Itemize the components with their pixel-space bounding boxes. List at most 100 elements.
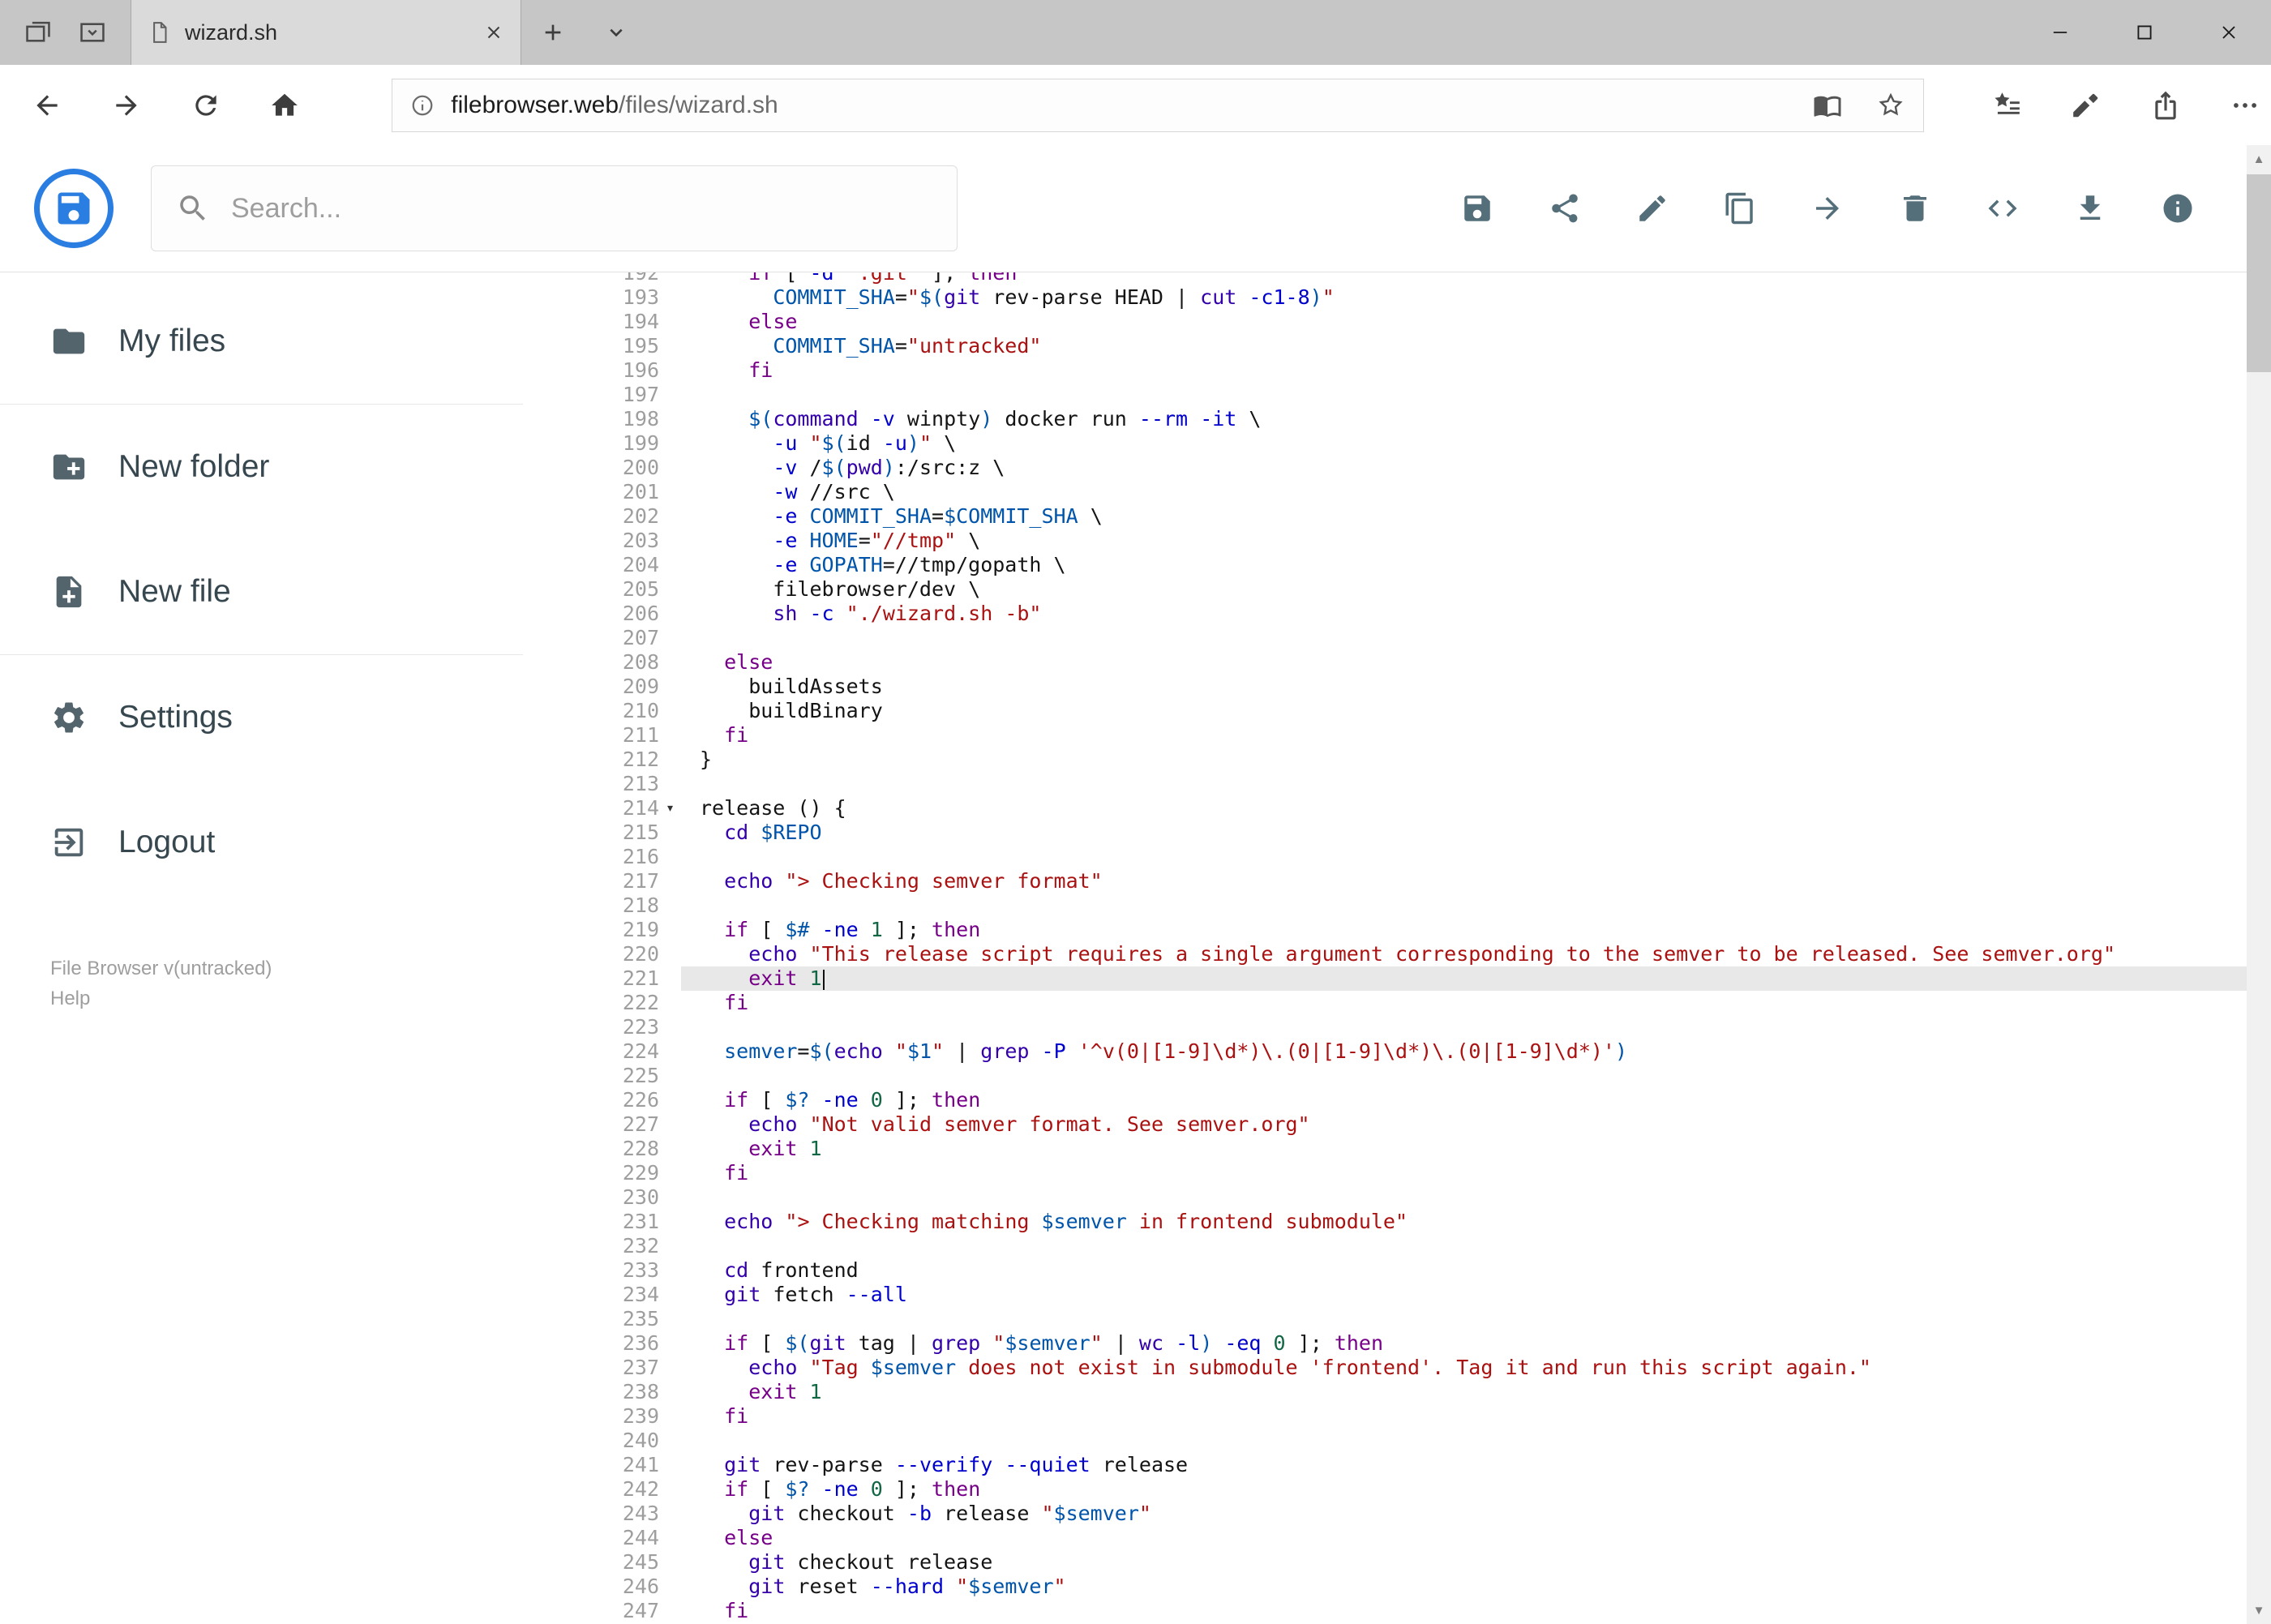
- forward-icon[interactable]: [101, 79, 152, 131]
- code-line-239[interactable]: 239 fi: [592, 1404, 2247, 1429]
- sidebar-item-new-file[interactable]: New file: [0, 529, 592, 654]
- code-line-222[interactable]: 222 fi: [592, 991, 2247, 1015]
- sidebar-item-logout[interactable]: Logout: [0, 780, 592, 905]
- help-link[interactable]: Help: [50, 983, 592, 1013]
- code-line-209[interactable]: 209 buildAssets: [592, 675, 2247, 699]
- code-line-215[interactable]: 215 cd $REPO: [592, 821, 2247, 845]
- code-line-199[interactable]: 199 -u "$(id -u)" \: [592, 431, 2247, 456]
- share-button[interactable]: [1548, 191, 1582, 225]
- code-line-236[interactable]: 236 if [ $(git tag | grep "$semver" | wc…: [592, 1331, 2247, 1356]
- tab-close-icon[interactable]: [483, 22, 504, 43]
- minimize-button[interactable]: [2018, 0, 2102, 65]
- fold-marker-icon[interactable]: ▾: [659, 796, 681, 821]
- code-line-200[interactable]: 200 -v /$(pwd):/src:z \: [592, 456, 2247, 480]
- new-tab-button[interactable]: [521, 0, 585, 65]
- code-line-228[interactable]: 228 exit 1: [592, 1137, 2247, 1161]
- code-line-235[interactable]: 235: [592, 1307, 2247, 1331]
- code-line-234[interactable]: 234 git fetch --all: [592, 1283, 2247, 1307]
- scrollbar-thumb[interactable]: [2247, 174, 2271, 372]
- code-line-192[interactable]: 192 if [ -d ".git" ]; then: [592, 272, 2247, 285]
- code-line-245[interactable]: 245 git checkout release: [592, 1550, 2247, 1575]
- code-line-244[interactable]: 244 else: [592, 1526, 2247, 1550]
- code-line-226[interactable]: 226 if [ $? -ne 0 ]; then: [592, 1088, 2247, 1112]
- code-line-238[interactable]: 238 exit 1: [592, 1380, 2247, 1404]
- filebrowser-logo[interactable]: [34, 169, 114, 248]
- code-line-205[interactable]: 205 filebrowser/dev \: [592, 577, 2247, 602]
- code-line-208[interactable]: 208 else: [592, 650, 2247, 675]
- code-line-237[interactable]: 237 echo "Tag $semver does not exist in …: [592, 1356, 2247, 1380]
- code-line-196[interactable]: 196 fi: [592, 358, 2247, 383]
- save-button[interactable]: [1460, 191, 1494, 225]
- scrollbar-down-icon[interactable]: ▼: [2247, 1596, 2271, 1624]
- code-line-247[interactable]: 247 fi: [592, 1599, 2247, 1623]
- code-editor[interactable]: 192 if [ -d ".git" ]; then 193 COMMIT_SHA…: [592, 272, 2247, 1624]
- code-line-224[interactable]: 224 semver=$(echo "$1" | grep -P '^v(0|[…: [592, 1039, 2247, 1064]
- code-line-198[interactable]: 198 $(command -v winpty) docker run --rm…: [592, 407, 2247, 431]
- code-line-227[interactable]: 227 echo "Not valid semver format. See s…: [592, 1112, 2247, 1137]
- code-line-218[interactable]: 218: [592, 893, 2247, 918]
- tab-preview-icon[interactable]: [77, 17, 108, 48]
- maximize-button[interactable]: [2102, 0, 2187, 65]
- delete-button[interactable]: [1898, 191, 1932, 225]
- code-line-242[interactable]: 242 if [ $? -ne 0 ]; then: [592, 1477, 2247, 1502]
- code-line-221[interactable]: 221 exit 1: [592, 966, 2247, 991]
- reading-view-icon[interactable]: [1813, 91, 1842, 120]
- code-line-195[interactable]: 195 COMMIT_SHA="untracked": [592, 334, 2247, 358]
- site-info-icon[interactable]: [410, 93, 435, 118]
- search-box[interactable]: [151, 165, 958, 251]
- search-input[interactable]: [231, 192, 932, 225]
- code-line-207[interactable]: 207: [592, 626, 2247, 650]
- browser-tab[interactable]: wizard.sh: [131, 0, 521, 65]
- refresh-icon[interactable]: [180, 79, 232, 131]
- tab-list-chevron-icon[interactable]: [585, 0, 648, 65]
- scrollbar-up-icon[interactable]: ▲: [2247, 145, 2271, 173]
- code-line-210[interactable]: 210 buildBinary: [592, 699, 2247, 723]
- code-line-232[interactable]: 232: [592, 1234, 2247, 1258]
- code-line-217[interactable]: 217 echo "> Checking semver format": [592, 869, 2247, 893]
- code-line-220[interactable]: 220 echo "This release script requires a…: [592, 942, 2247, 966]
- close-button[interactable]: [2187, 0, 2271, 65]
- code-line-243[interactable]: 243 git checkout -b release "$semver": [592, 1502, 2247, 1526]
- code-line-233[interactable]: 233 cd frontend: [592, 1258, 2247, 1283]
- code-line-230[interactable]: 230: [592, 1185, 2247, 1210]
- code-line-212[interactable]: 212}: [592, 748, 2247, 772]
- code-line-204[interactable]: 204 -e GOPATH=//tmp/gopath \: [592, 553, 2247, 577]
- code-line-202[interactable]: 202 -e COMMIT_SHA=$COMMIT_SHA \: [592, 504, 2247, 529]
- share-page-icon[interactable]: [2140, 79, 2192, 131]
- code-line-211[interactable]: 211 fi: [592, 723, 2247, 748]
- move-button[interactable]: [1810, 191, 1845, 225]
- code-line-246[interactable]: 246 git reset --hard "$semver": [592, 1575, 2247, 1599]
- home-icon[interactable]: [259, 79, 311, 131]
- favorite-star-icon[interactable]: [1876, 91, 1905, 120]
- code-line-216[interactable]: 216: [592, 845, 2247, 869]
- sidebar-item-my-files[interactable]: My files: [0, 279, 592, 404]
- annotate-pen-icon[interactable]: [2060, 79, 2112, 131]
- code-line-225[interactable]: 225: [592, 1064, 2247, 1088]
- favorites-hub-icon[interactable]: [1981, 79, 2033, 131]
- set-tabs-aside-icon[interactable]: [23, 17, 54, 48]
- code-line-206[interactable]: 206 sh -c "./wizard.sh -b": [592, 602, 2247, 626]
- code-line-231[interactable]: 231 echo "> Checking matching $semver in…: [592, 1210, 2247, 1234]
- sidebar-item-new-folder[interactable]: New folder: [0, 405, 592, 529]
- code-line-214[interactable]: 214 ▾ release () {: [592, 796, 2247, 821]
- code-line-197[interactable]: 197: [592, 383, 2247, 407]
- code-line-203[interactable]: 203 -e HOME="//tmp" \: [592, 529, 2247, 553]
- code-line-241[interactable]: 241 git rev-parse --verify --quiet relea…: [592, 1453, 2247, 1477]
- code-line-213[interactable]: 213: [592, 772, 2247, 796]
- code-line-193[interactable]: 193 COMMIT_SHA="$(git rev-parse HEAD | c…: [592, 285, 2247, 310]
- code-line-240[interactable]: 240: [592, 1429, 2247, 1453]
- url-bar[interactable]: filebrowser.web/files/wizard.sh: [392, 78, 1924, 132]
- info-button[interactable]: [2161, 191, 2195, 225]
- code-line-219[interactable]: 219 if [ $# -ne 1 ]; then: [592, 918, 2247, 942]
- code-button[interactable]: [1986, 191, 2020, 225]
- more-options-icon[interactable]: [2219, 79, 2271, 131]
- code-line-201[interactable]: 201 -w //src \: [592, 480, 2247, 504]
- copy-button[interactable]: [1723, 191, 1757, 225]
- download-button[interactable]: [2073, 191, 2107, 225]
- code-line-194[interactable]: 194 else: [592, 310, 2247, 334]
- back-icon[interactable]: [21, 79, 73, 131]
- sidebar-item-settings[interactable]: Settings: [0, 655, 592, 780]
- code-line-223[interactable]: 223: [592, 1015, 2247, 1039]
- edit-button[interactable]: [1635, 191, 1669, 225]
- code-line-229[interactable]: 229 fi: [592, 1161, 2247, 1185]
